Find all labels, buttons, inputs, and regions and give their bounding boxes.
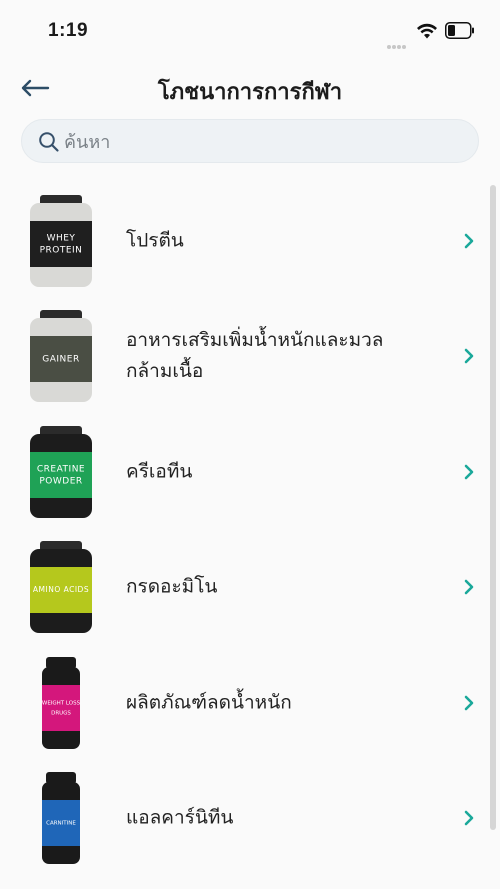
page-title: โภชนาการการกีฬา (157, 80, 343, 105)
carnitine-bottle-image: CARNITINE (24, 770, 98, 866)
scrollbar[interactable] (490, 185, 496, 830)
wifi-icon (417, 23, 437, 39)
category-list: WHEY PROTEIN โปรตีน GAINER อาหารเสริมเพิ่… (0, 183, 500, 876)
svg-text:DRUGS: DRUGS (51, 710, 71, 716)
list-item-creatine[interactable]: CREATINE POWDER ครีเอทีน (0, 414, 500, 530)
search-bar[interactable] (21, 119, 479, 163)
list-item-weight-loss[interactable]: WEIGHT LOSS DRUGS ผลิตภัณฑ์ลดน้ำหนัก (0, 645, 500, 761)
chevron-right-icon (464, 464, 474, 480)
weight-loss-bottle-image: WEIGHT LOSS DRUGS (24, 655, 98, 751)
list-item-gainer[interactable]: GAINER อาหารเสริมเพิ่มน้ำหนักและมวลกล้าม… (0, 299, 500, 415)
svg-text:CARNITINE: CARNITINE (46, 821, 76, 827)
list-item-protein[interactable]: WHEY PROTEIN โปรตีน (0, 183, 500, 299)
svg-text:CREATINE: CREATINE (37, 464, 85, 474)
header: โภชนาการการกีฬา (0, 62, 500, 116)
chevron-right-icon (464, 233, 474, 249)
list-item-label: อาหารเสริมเพิ่มน้ำหนักและมวลกล้ามเนื้อ (126, 329, 384, 383)
list-item-amino-acids[interactable]: AMINO ACIDS กรดอะมิโน (0, 530, 500, 646)
creatine-tub-image: CREATINE POWDER (24, 424, 98, 520)
svg-text:WEIGHT LOSS: WEIGHT LOSS (42, 700, 81, 706)
status-bar: 1:19 (0, 0, 500, 60)
status-time: 1:19 (48, 20, 89, 41)
gainer-tub-image: GAINER (24, 308, 98, 404)
battery-icon (445, 22, 474, 39)
svg-text:PROTEIN: PROTEIN (40, 245, 83, 255)
chevron-right-icon (464, 348, 474, 364)
list-item-label: ครีเอทีน (126, 460, 193, 483)
chevron-right-icon (464, 695, 474, 711)
search-input[interactable] (64, 126, 464, 158)
list-item-label: ผลิตภัณฑ์ลดน้ำหนัก (126, 691, 292, 714)
chevron-right-icon (464, 810, 474, 826)
svg-text:WHEY: WHEY (47, 233, 76, 243)
chevron-right-icon (464, 579, 474, 595)
signal-icon (387, 34, 409, 49)
svg-text:GAINER: GAINER (42, 355, 79, 365)
list-item-l-carnitine[interactable]: CARNITINE แอลคาร์นิทีน (0, 761, 500, 877)
amino-acids-tub-image: AMINO ACIDS (24, 539, 98, 635)
svg-text:POWDER: POWDER (39, 476, 82, 486)
list-item-label: กรดอะมิโน (126, 575, 218, 598)
list-item-label: แอลคาร์นิทีน (126, 806, 234, 829)
list-item-label: โปรตีน (126, 229, 184, 252)
svg-text:AMINO ACIDS: AMINO ACIDS (33, 585, 89, 594)
search-icon (39, 132, 59, 152)
protein-tub-image: WHEY PROTEIN (24, 193, 98, 289)
